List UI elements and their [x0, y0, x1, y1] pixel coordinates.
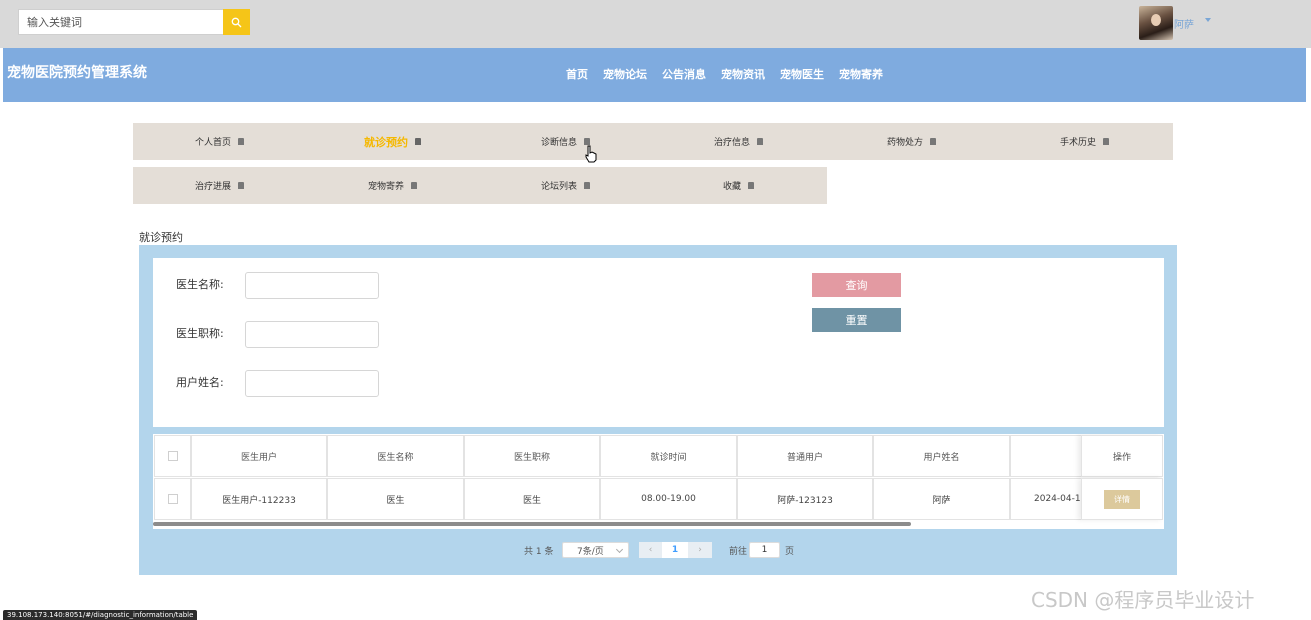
- table-cell: 医生: [327, 478, 464, 520]
- header: 宠物医院预约管理系统 首页 宠物论坛 公告消息 宠物资讯 宠物医生 宠物寄养: [3, 48, 1306, 102]
- page-suffix: 页: [785, 546, 795, 557]
- menu-item-icon: [584, 182, 590, 189]
- page-size-value: 7条/页: [577, 546, 604, 557]
- doctor-name-label: 医生名称:: [176, 278, 224, 291]
- table-header[interactable]: 医生名称: [327, 435, 464, 477]
- table-header[interactable]: 就诊时间: [600, 435, 737, 477]
- content-panel: 医生名称: 医生职称: 用户姓名: 查询 重置 医生用户 医生名称 医生职称 就…: [139, 245, 1177, 575]
- page-title: 就诊预约: [139, 231, 183, 244]
- site-logo[interactable]: 宠物医院预约管理系统: [7, 62, 147, 82]
- user-name-label: 用户姓名:: [176, 376, 224, 389]
- search-form: 医生名称: 医生职称: 用户姓名: 查询 重置: [153, 258, 1164, 427]
- chevron-left-icon: ‹: [648, 545, 653, 555]
- center-menu-row-1: 个人首页 就诊预约 诊断信息 治疗信息 药物处方 手术历史: [133, 123, 1173, 160]
- center-menu-row-2: 治疗进展 宠物寄养 论坛列表 收藏: [133, 167, 827, 204]
- menu-item-icon: [930, 138, 936, 145]
- query-button[interactable]: 查询: [812, 273, 901, 297]
- menu-item-label: 治疗信息: [713, 138, 750, 148]
- menu-item-home[interactable]: 个人首页: [133, 123, 306, 160]
- watermark: CSDN @程序员毕业设计: [1031, 588, 1255, 612]
- nav-home[interactable]: 首页: [566, 66, 588, 82]
- goto-label: 前往: [729, 546, 748, 557]
- menu-item-icon: [757, 138, 763, 145]
- main-nav: 首页 宠物论坛 公告消息 宠物资讯 宠物医生 宠物寄养: [566, 66, 898, 82]
- search-input[interactable]: [18, 9, 223, 35]
- table-header[interactable]: 医生用户: [191, 435, 327, 477]
- menu-item-label: 药物处方: [886, 138, 923, 148]
- table-header[interactable]: 普通用户: [737, 435, 873, 477]
- menu-item-appointment[interactable]: 就诊预约: [306, 123, 479, 160]
- menu-item-treatment[interactable]: 治疗信息: [652, 123, 825, 160]
- horizontal-scrollbar[interactable]: [153, 522, 911, 526]
- menu-item-icon: [238, 182, 244, 189]
- reset-button[interactable]: 重置: [812, 308, 901, 332]
- menu-item-icon: [584, 138, 590, 145]
- table-cell: 医生用户-112233: [191, 478, 327, 520]
- search-icon: [231, 17, 242, 27]
- doctor-name-input[interactable]: [245, 272, 379, 299]
- menu-item-forum-list[interactable]: 论坛列表: [479, 167, 652, 204]
- hand-cursor-icon: [585, 145, 597, 163]
- status-url: 39.108.173.140:8051/#/diagnostic_informa…: [3, 610, 198, 620]
- table-cell: 医生: [464, 478, 600, 520]
- menu-item-label: 诊断信息: [540, 138, 577, 148]
- menu-item-surgery[interactable]: 手术历史: [998, 123, 1171, 160]
- menu-item-label: 收藏: [722, 182, 741, 192]
- data-table: 医生用户 医生名称 医生职称 就诊时间 普通用户 用户姓名 预约时 操作 医生用…: [153, 434, 1164, 529]
- menu-item-progress[interactable]: 治疗进展: [133, 167, 306, 204]
- menu-item-icon: [748, 182, 754, 189]
- menu-item-boarding[interactable]: 宠物寄养: [306, 167, 479, 204]
- prev-page-button[interactable]: ‹: [639, 542, 662, 558]
- chevron-right-icon: ›: [698, 545, 702, 555]
- menu-item-label: 宠物寄养: [367, 182, 404, 192]
- row-select-cell: [154, 478, 191, 520]
- nav-boarding[interactable]: 宠物寄养: [839, 66, 883, 82]
- menu-item-icon: [415, 138, 421, 145]
- user-name[interactable]: 阿萨: [1174, 16, 1194, 31]
- action-cell: 详情: [1081, 478, 1163, 520]
- user-name-input[interactable]: [245, 370, 379, 397]
- nav-notice[interactable]: 公告消息: [662, 66, 706, 82]
- chevron-down-icon[interactable]: [1205, 18, 1211, 22]
- select-all-cell: [154, 435, 191, 477]
- top-bar: 阿萨: [0, 0, 1311, 48]
- table-header[interactable]: 医生职称: [464, 435, 600, 477]
- menu-item-diagnosis[interactable]: 诊断信息: [479, 123, 652, 160]
- menu-item-label: 个人首页: [194, 138, 231, 148]
- menu-item-icon: [411, 182, 417, 189]
- select-all-checkbox[interactable]: [167, 451, 178, 461]
- nav-forum[interactable]: 宠物论坛: [603, 66, 647, 82]
- table-header-actions: 操作: [1081, 435, 1163, 477]
- page-size-select[interactable]: 7条/页: [562, 542, 629, 558]
- pagination-total: 共 1 条: [524, 546, 554, 557]
- menu-item-label: 论坛列表: [540, 182, 577, 192]
- current-page[interactable]: 1: [662, 542, 688, 558]
- menu-item-prescription[interactable]: 药物处方: [825, 123, 998, 160]
- table-header[interactable]: 用户姓名: [873, 435, 1010, 477]
- nav-news[interactable]: 宠物资讯: [721, 66, 765, 82]
- detail-button[interactable]: 详情: [1104, 489, 1140, 509]
- row-checkbox[interactable]: [167, 494, 178, 504]
- search-bar: [18, 9, 250, 35]
- menu-item-icon: [1103, 138, 1109, 145]
- menu-item-label: 治疗进展: [194, 182, 231, 192]
- menu-item-label: 就诊预约: [364, 135, 408, 149]
- avatar[interactable]: [1139, 6, 1173, 40]
- doctor-title-label: 医生职称:: [176, 327, 224, 340]
- goto-page-input[interactable]: 1: [749, 542, 780, 558]
- table-cell: 阿萨-123123: [737, 478, 873, 520]
- menu-item-label: 手术历史: [1059, 138, 1096, 148]
- table-cell: 08.00-19.00: [600, 478, 737, 520]
- chevron-down-icon: [615, 545, 624, 554]
- next-page-button[interactable]: ›: [688, 542, 712, 558]
- menu-item-icon: [238, 138, 244, 145]
- table-cell: 阿萨: [873, 478, 1010, 520]
- menu-item-favorites[interactable]: 收藏: [652, 167, 825, 204]
- nav-doctor[interactable]: 宠物医生: [780, 66, 824, 82]
- doctor-title-input[interactable]: [245, 321, 379, 348]
- search-button[interactable]: [223, 9, 250, 35]
